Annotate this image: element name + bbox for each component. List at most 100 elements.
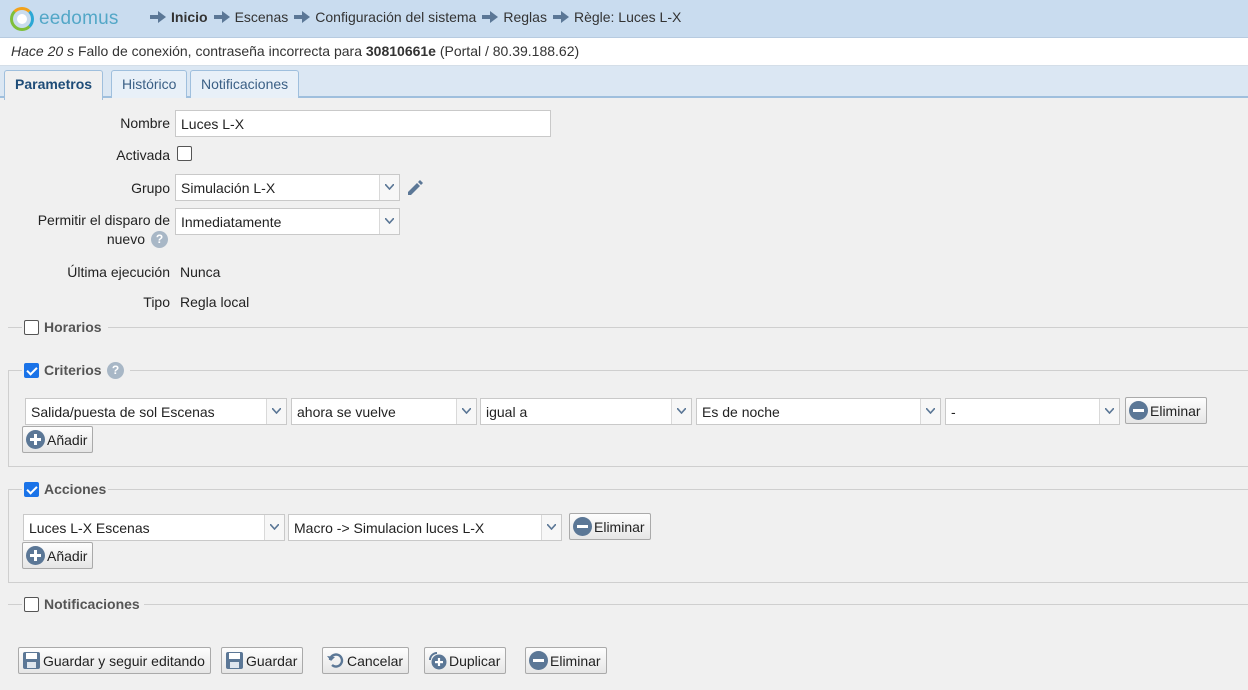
save-icon xyxy=(23,652,40,669)
breadcrumb-item-reglas[interactable]: Reglas xyxy=(482,9,547,25)
criterio-operator-select[interactable]: igual a xyxy=(480,398,692,425)
guardar-seguir-button[interactable]: Guardar y seguir editando xyxy=(18,647,211,674)
plus-circle-icon xyxy=(26,546,45,565)
breadcrumb: Inicio Escenas Configuración del sistema… xyxy=(150,9,681,25)
duplicar-button[interactable]: Duplicar xyxy=(424,647,507,674)
cancelar-button[interactable]: Cancelar xyxy=(322,647,410,674)
grupo-select[interactable]: Simulación L-X xyxy=(175,174,400,201)
alert-detail: (Portal / 80.39.188.62) xyxy=(439,43,580,59)
plus-circle-icon xyxy=(26,430,45,449)
help-icon[interactable]: ? xyxy=(151,231,168,248)
select-value: Salida/puesta de sol Escenas xyxy=(31,404,215,420)
breadcrumb-item-configuracion[interactable]: Configuración del sistema xyxy=(294,9,476,25)
tab-notificaciones[interactable]: Notificaciones xyxy=(190,70,300,98)
nombre-input[interactable] xyxy=(175,110,551,137)
breadcrumb-label: Règle: Luces L-X xyxy=(573,9,682,25)
section-notificaciones: Notificaciones xyxy=(24,596,140,612)
criterio-condition-select[interactable]: ahora se vuelve xyxy=(291,398,477,425)
disparo-value: Inmediatamente xyxy=(181,214,282,230)
dropdown-button[interactable] xyxy=(541,515,561,540)
breadcrumb-label: Inicio xyxy=(171,9,208,25)
ultima-label: Última ejecución xyxy=(67,264,170,280)
divider xyxy=(8,327,22,328)
button-label: Eliminar xyxy=(594,518,645,535)
accion-anadir-button[interactable]: Añadir xyxy=(22,542,94,569)
button-label: Eliminar xyxy=(550,652,601,669)
button-label: Eliminar xyxy=(1150,402,1201,419)
eliminar-regla-button[interactable]: Eliminar xyxy=(525,647,607,674)
chevron-down-icon xyxy=(926,408,935,414)
select-value: Macro -> Simulacion luces L-X xyxy=(294,520,485,536)
logo[interactable]: eedomus xyxy=(10,6,119,32)
dropdown-button[interactable] xyxy=(264,515,284,540)
pencil-icon[interactable] xyxy=(405,178,425,198)
dropdown-button[interactable] xyxy=(671,399,691,424)
dropdown-button[interactable] xyxy=(379,209,399,234)
divider xyxy=(144,604,1248,605)
horarios-checkbox[interactable] xyxy=(24,319,39,335)
select-value: Luces L-X Escenas xyxy=(29,520,150,536)
tab-bar: Parametros Histórico Notificaciones xyxy=(0,66,1248,100)
arrow-right-icon xyxy=(150,11,166,23)
chevron-down-icon xyxy=(272,408,281,414)
dropdown-button[interactable] xyxy=(1099,399,1119,424)
select-value: Es de noche xyxy=(702,404,780,420)
guardar-button[interactable]: Guardar xyxy=(221,647,304,674)
save-icon xyxy=(226,652,243,669)
section-title: Horarios xyxy=(44,319,102,335)
chevron-down-icon xyxy=(1105,408,1114,414)
divider xyxy=(8,604,22,605)
dropdown-button[interactable] xyxy=(266,399,286,424)
criterio-extra-select[interactable]: - xyxy=(945,398,1120,425)
dropdown-button[interactable] xyxy=(379,175,399,200)
breadcrumb-item-inicio[interactable]: Inicio xyxy=(150,9,208,25)
breadcrumb-label: Configuración del sistema xyxy=(315,9,477,25)
divider xyxy=(108,327,1248,328)
button-label: Guardar xyxy=(246,652,298,669)
button-label: Cancelar xyxy=(347,652,404,669)
logo-ring-icon xyxy=(10,7,34,31)
arrow-right-icon xyxy=(552,11,569,23)
disparo-select[interactable]: Inmediatamente xyxy=(175,208,400,235)
criterio-value-select[interactable]: Es de noche xyxy=(696,398,941,425)
duplicate-icon xyxy=(429,652,447,670)
tipo-label: Tipo xyxy=(143,294,170,310)
select-value: - xyxy=(951,404,956,420)
criterio-device-select[interactable]: Salida/puesta de sol Escenas xyxy=(25,398,287,425)
select-value: igual a xyxy=(486,404,528,420)
arrow-right-icon xyxy=(482,11,499,23)
alert-account: 30810661e xyxy=(365,43,436,59)
disparo-label-2: nuevo xyxy=(106,231,145,247)
arrow-right-icon xyxy=(213,11,230,23)
activada-label: Activada xyxy=(116,147,170,163)
chevron-down-icon xyxy=(462,408,471,414)
accion-eliminar-button[interactable]: Eliminar xyxy=(569,513,651,540)
alert-text: Fallo de conexión, contraseña incorrecta… xyxy=(77,43,362,59)
activada-checkbox[interactable] xyxy=(177,146,192,161)
arrow-right-icon xyxy=(294,11,311,23)
top-header: eedomus Inicio Escenas Configuración del… xyxy=(0,0,1248,38)
criterio-anadir-button[interactable]: Añadir xyxy=(22,426,94,453)
disparo-label: Permitir el disparo de xyxy=(37,212,170,228)
nombre-label: Nombre xyxy=(120,115,170,131)
undo-icon xyxy=(327,653,344,668)
button-label: Añadir xyxy=(47,547,88,564)
minus-circle-icon xyxy=(573,517,592,536)
dropdown-button[interactable] xyxy=(920,399,940,424)
breadcrumb-item-escenas[interactable]: Escenas xyxy=(213,9,289,25)
chevron-down-icon xyxy=(677,408,686,414)
accion-device-select[interactable]: Luces L-X Escenas xyxy=(23,514,285,541)
tipo-value: Regla local xyxy=(180,294,250,310)
button-label: Duplicar xyxy=(449,652,501,669)
tab-parametros[interactable]: Parametros xyxy=(4,70,104,100)
dropdown-button[interactable] xyxy=(456,399,476,424)
notificaciones-checkbox[interactable] xyxy=(24,596,39,612)
logo-text: eedomus xyxy=(39,8,119,29)
chevron-down-icon xyxy=(385,218,394,224)
breadcrumb-label: Escenas xyxy=(234,9,289,25)
accion-macro-select[interactable]: Macro -> Simulacion luces L-X xyxy=(288,514,562,541)
breadcrumb-item-regle[interactable]: Règle: Luces L-X xyxy=(552,9,682,25)
alert-time: Hace 20 s xyxy=(11,43,75,59)
tab-historico[interactable]: Histórico xyxy=(111,70,188,98)
criterio-eliminar-button[interactable]: Eliminar xyxy=(1125,397,1207,424)
